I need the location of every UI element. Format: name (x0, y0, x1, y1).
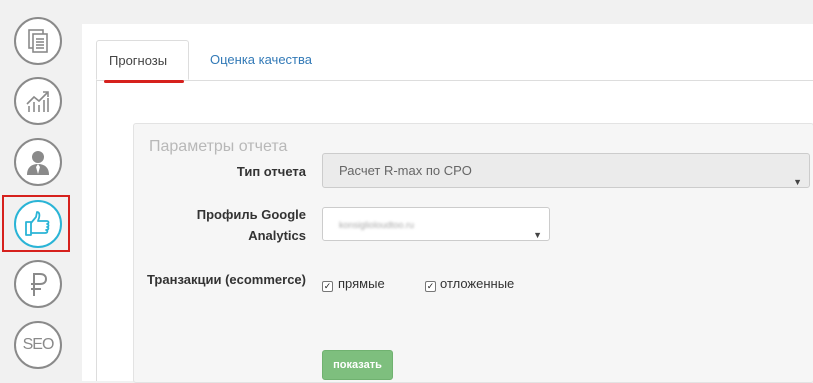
report-type-value: Расчет R-max по CPO (339, 163, 472, 178)
ruble-icon (31, 273, 48, 296)
report-type-label: Тип отчета (236, 164, 306, 179)
main-panel: Прогнозы Оценка качества Параметры отчет… (82, 24, 813, 383)
chevron-down-icon: ▼ (533, 230, 542, 240)
profile-value: konsiglioloudtoo.ru (339, 220, 415, 230)
documents-icon (28, 29, 48, 53)
tab-bar: Прогнозы Оценка качества (96, 40, 813, 81)
thumbs-up-icon (25, 211, 50, 236)
panel-legend: Параметры отчета (149, 138, 288, 155)
transactions-label: Транзакции (ecommerce) (146, 272, 306, 287)
report-params-panel: Параметры отчета Тип отчета Расчет R-max… (133, 123, 813, 383)
tab-content: Параметры отчета Тип отчета Расчет R-max… (96, 81, 813, 383)
direct-checkbox-label: прямые (338, 276, 385, 291)
chevron-down-icon: ▼ (793, 176, 802, 187)
sidebar-item-forecasts[interactable] (14, 200, 62, 248)
user-icon (27, 151, 49, 175)
report-type-select[interactable]: Расчет R-max по CPO ▼ (322, 153, 810, 188)
profile-label: Профиль Google Analytics (196, 207, 306, 243)
ga-profile-select[interactable]: konsiglioloudtoo.ru ▼ (322, 207, 550, 241)
tab-quality[interactable]: Оценка качества (198, 40, 324, 80)
show-button[interactable]: показать (322, 350, 393, 380)
direct-checkbox[interactable]: ✓ (322, 281, 333, 292)
sidebar-item-documents[interactable] (14, 17, 62, 65)
seo-icon: SEO (22, 336, 55, 353)
tab-forecasts[interactable]: Прогнозы (96, 40, 189, 80)
chart-growth-icon (26, 91, 49, 112)
deferred-checkbox[interactable]: ✓ (425, 281, 436, 292)
sidebar-item-user[interactable] (14, 138, 62, 186)
icon-sidebar: SEO (0, 0, 78, 381)
sidebar-item-analytics[interactable] (14, 77, 62, 125)
sidebar-item-seo[interactable]: SEO (14, 321, 62, 369)
deferred-checkbox-label: отложенные (440, 276, 515, 291)
sidebar-item-finance[interactable] (14, 260, 62, 308)
